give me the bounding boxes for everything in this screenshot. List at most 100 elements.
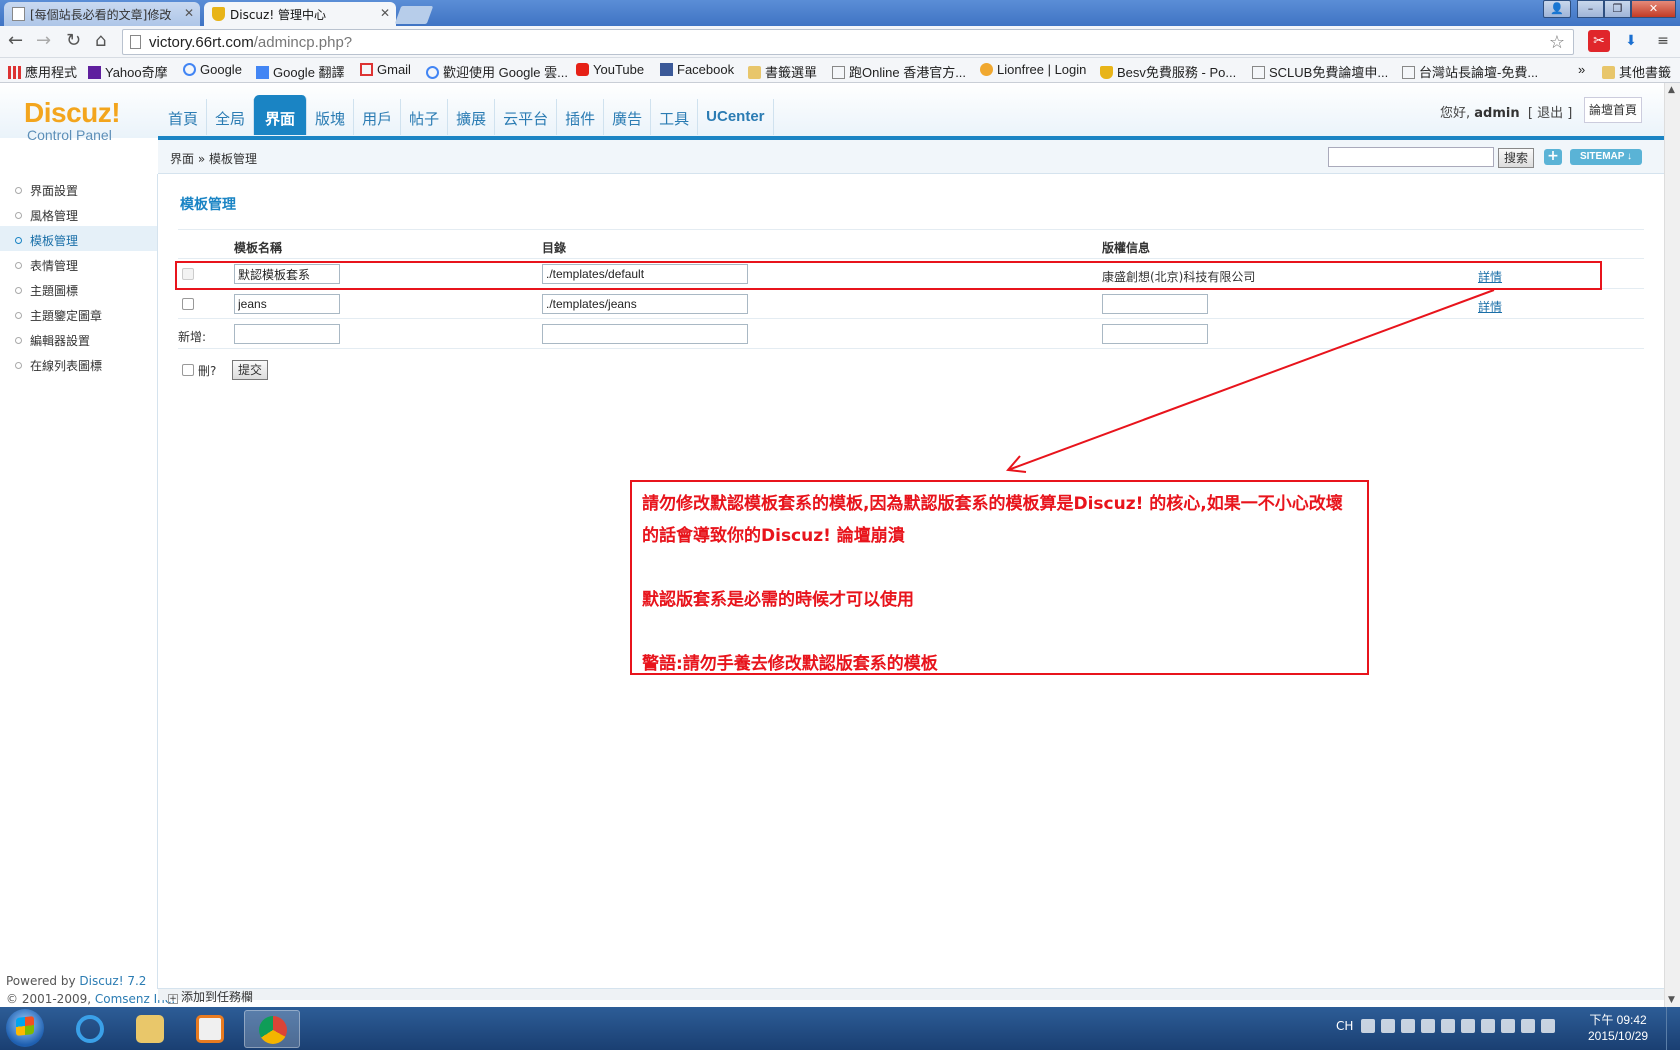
system-clock[interactable]: 下午 09:42 2015/10/29 <box>1588 1012 1648 1044</box>
taskbar-explorer[interactable] <box>122 1010 178 1048</box>
bookmark-besv[interactable]: Besv免費服務 - Po... <box>1100 62 1236 81</box>
bookmark-facebook[interactable]: Facebook <box>660 62 734 77</box>
template-dir-input[interactable] <box>542 294 748 314</box>
copyright-input[interactable] <box>1102 294 1208 314</box>
bookmark-apps[interactable]: 應用程式 <box>8 62 77 81</box>
nav-forums[interactable]: 版塊 <box>307 99 355 135</box>
bookmark-lionfree[interactable]: Lionfree | Login <box>980 62 1086 77</box>
nav-ucenter[interactable]: UCenter <box>698 99 774 135</box>
download-icon[interactable]: ⬇ <box>1620 30 1642 52</box>
horizontal-scrollbar[interactable] <box>158 988 1664 1000</box>
search-button[interactable]: 搜索 <box>1498 148 1534 168</box>
nav-plugins[interactable]: 插件 <box>557 99 605 135</box>
nav-ads[interactable]: 廣告 <box>604 99 652 135</box>
taskbar-chrome[interactable] <box>244 1010 300 1048</box>
new-tab-button[interactable] <box>394 6 434 24</box>
taskbar-media[interactable] <box>182 1010 238 1048</box>
close-tab-icon[interactable]: ✕ <box>184 6 194 20</box>
sidebar-item-style-management[interactable]: 風格管理 <box>0 201 157 226</box>
add-to-taskbar[interactable]: + 添加到任務欄 <box>168 988 253 1005</box>
flag-icon[interactable] <box>1501 1019 1516 1033</box>
sidebar-item-smilies[interactable]: 表情管理 <box>0 251 157 276</box>
keyboard-icon[interactable] <box>1421 1019 1436 1033</box>
bookmark-youtube[interactable]: YouTube <box>576 62 644 77</box>
bookmark-gmail[interactable]: Gmail <box>360 62 411 77</box>
language-indicator[interactable]: CH <box>1336 1019 1353 1033</box>
ime-icon[interactable] <box>1361 1019 1376 1033</box>
folder-icon <box>748 66 761 79</box>
menu-icon[interactable]: ≡ <box>1652 30 1674 52</box>
bookmarks-more-button[interactable]: » <box>1578 62 1585 77</box>
delete-all-checkbox[interactable] <box>182 364 194 376</box>
sidebar-item-online-icons[interactable]: 在線列表圖標 <box>0 351 157 376</box>
user-profile-icon[interactable]: 👤 <box>1543 0 1571 18</box>
vertical-scrollbar[interactable]: ▲ ▼ <box>1664 83 1680 1007</box>
breadcrumb-parent[interactable]: 界面 <box>170 152 194 166</box>
new-template-dir-input[interactable] <box>542 324 748 344</box>
bookmark-translate[interactable]: Google 翻譯 <box>256 62 345 81</box>
discuz-version-link[interactable]: Discuz! 7.2 <box>79 974 146 988</box>
template-name-input[interactable] <box>234 294 340 314</box>
new-copyright-input[interactable] <box>1102 324 1208 344</box>
restore-button[interactable]: ❐ <box>1604 0 1631 18</box>
row-checkbox[interactable] <box>182 298 194 310</box>
help-icon[interactable] <box>1441 1019 1456 1033</box>
sidebar-item-editor-settings[interactable]: 編輯器設置 <box>0 326 157 351</box>
ime-mode-icon[interactable] <box>1401 1019 1416 1033</box>
nav-interface[interactable]: 界面 <box>254 95 308 135</box>
submit-button[interactable]: 提交 <box>232 360 268 380</box>
nav-home[interactable]: 首頁 <box>160 99 208 135</box>
logout-link[interactable]: [ 退出 ] <box>1528 106 1572 121</box>
forward-icon[interactable]: → <box>36 31 51 51</box>
sitemap-button[interactable]: SITEMAP ↓ <box>1570 149 1642 165</box>
minimize-button[interactable]: – <box>1577 0 1604 18</box>
bookmark-folder[interactable]: 書籤選單 <box>748 62 817 81</box>
details-link[interactable]: 詳情 <box>1478 298 1502 315</box>
back-icon[interactable]: ← <box>8 31 23 51</box>
volume-icon[interactable] <box>1541 1019 1556 1033</box>
browser-tab-active[interactable]: Discuz! 管理中心 ✕ <box>204 2 396 26</box>
close-tab-icon[interactable]: ✕ <box>380 6 390 20</box>
bookmark-tw-forum[interactable]: 台灣站長論壇-免費... <box>1402 62 1538 81</box>
sidebar-item-template-management[interactable]: 模板管理 <box>0 226 157 251</box>
start-button[interactable] <box>6 1009 44 1047</box>
nav-cloud[interactable]: 云平台 <box>495 99 558 135</box>
nav-global[interactable]: 全局 <box>207 99 255 135</box>
taskbar-ie[interactable] <box>62 1010 118 1048</box>
bookmark-star-icon[interactable]: ☆ <box>1549 32 1565 53</box>
reload-icon[interactable]: ↻ <box>66 31 81 51</box>
window-close-button[interactable]: ✕ <box>1631 0 1676 18</box>
bookmark-yahoo[interactable]: Yahoo奇摩 <box>88 62 168 81</box>
nav-tools[interactable]: 工具 <box>651 99 699 135</box>
bookmark-sclub[interactable]: SCLUB免費論壇申... <box>1252 62 1388 81</box>
sidebar-item-interface-settings[interactable]: 界面設置 <box>0 176 157 201</box>
tray-arrow-icon[interactable] <box>1461 1019 1476 1033</box>
font-icon[interactable] <box>1381 1019 1396 1033</box>
new-template-name-input[interactable] <box>234 324 340 344</box>
add-shortcut-button[interactable]: + <box>1544 149 1562 165</box>
discuz-logo[interactable]: Discuz! Control Panel <box>24 99 121 144</box>
nav-posts[interactable]: 帖子 <box>401 99 449 135</box>
sidebar-item-stamps[interactable]: 主題鑒定圖章 <box>0 301 157 326</box>
sidebar-item-thread-icons[interactable]: 主題圖標 <box>0 276 157 301</box>
bookmark-page[interactable]: 跑Online 香港官方... <box>832 62 966 81</box>
bookmark-google-cloud[interactable]: 歡迎使用 Google 雲... <box>426 62 568 81</box>
other-bookmarks[interactable]: 其他書籤 <box>1602 62 1671 81</box>
browser-tab[interactable]: [每個站長必看的文章]修改 ✕ <box>4 2 200 26</box>
bookmark-google[interactable]: Google <box>183 62 242 77</box>
show-desktop-button[interactable] <box>1666 1007 1680 1050</box>
scroll-down-icon[interactable]: ▼ <box>1668 995 1675 1005</box>
address-bar[interactable]: victory.66rt.com/admincp.php? ☆ <box>122 29 1574 55</box>
search-input[interactable] <box>1328 147 1494 167</box>
nav-users[interactable]: 用戶 <box>354 99 402 135</box>
lionfree-icon <box>980 63 993 76</box>
network-icon[interactable] <box>1521 1019 1536 1033</box>
nav-extend[interactable]: 擴展 <box>448 99 496 135</box>
home-icon[interactable]: ⌂ <box>95 31 106 51</box>
column-header: 版權信息 <box>1102 241 1151 255</box>
extension-icon[interactable]: ✂ <box>1588 30 1610 52</box>
scroll-up-icon[interactable]: ▲ <box>1668 85 1675 95</box>
forum-home-button[interactable]: 論壇首頁 <box>1584 97 1642 123</box>
breadcrumb-current: 模板管理 <box>209 152 258 166</box>
security-icon[interactable] <box>1481 1019 1496 1033</box>
